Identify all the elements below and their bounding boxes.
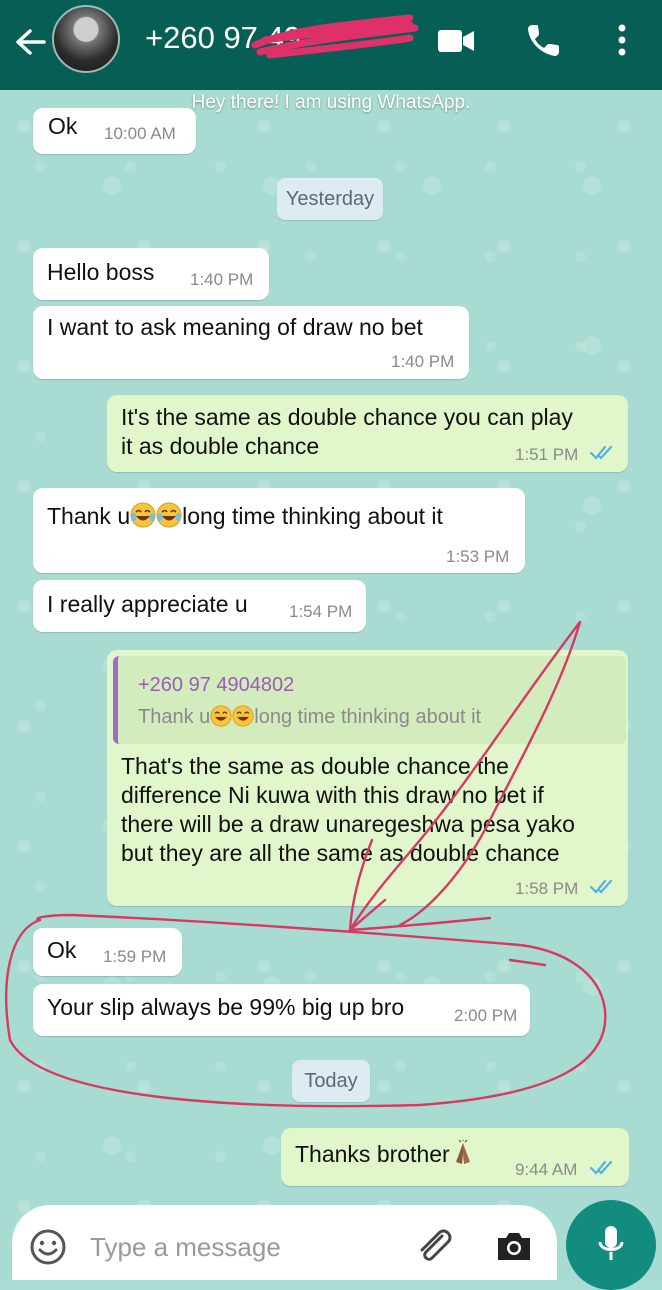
message-bubble-incoming[interactable]: I really appreciate u 1:54 PM [33,580,366,632]
message-time: 1:59 PM [103,947,167,966]
message-text-line: It's the same as double chance you can p… [121,404,573,430]
read-ticks-icon [589,879,613,894]
message-text: I really appreciate u [47,591,248,617]
read-ticks-icon [589,445,613,460]
message-text-part: Thank u [47,503,131,529]
more-vert-icon[interactable] [607,20,637,60]
paperclip-icon[interactable] [412,1222,456,1266]
quoted-author: +260 97 4904802 [138,674,295,696]
video-call-icon[interactable] [436,24,476,58]
message-time: 10:00 AM [104,124,176,143]
message-time: 1:40 PM [190,270,254,289]
quoted-message[interactable]: +260 97 4904802 Thank u long time thinkin… [113,656,626,744]
message-text: Thanks brother [295,1140,476,1169]
message-time: 9:44 AM [515,1160,578,1179]
avatar[interactable] [52,5,120,73]
message-bubble-incoming[interactable]: Your slip always be 99% big up bro 2:00 … [33,984,530,1036]
camera-icon[interactable] [494,1226,534,1266]
folded-hands-emoji-icon [455,1140,470,1164]
message-time: 1:53 PM [446,547,510,566]
quoted-text-part: Thank u [138,706,211,728]
redaction-scribble [251,14,419,59]
quoted-text-part: long time thinking about it [254,706,482,728]
message-bubble-incoming[interactable]: Ok 10:00 AM [33,108,196,154]
chat-header: +260 97 49 [0,0,662,90]
message-text: Your slip always be 99% big up bro [47,994,405,1020]
back-arrow-icon[interactable] [10,22,50,62]
message-text-line: there will be a draw unaregeshwa pesa ya… [121,811,575,837]
message-text: Thank u long time thinking about it [47,502,443,531]
message-text-part: Thanks brother [295,1141,450,1167]
laughing-emoji-icon [232,705,254,727]
message-time: 1:58 PM [515,879,579,898]
message-bubble-outgoing[interactable]: Thanks brother 9:44 AM [281,1128,629,1186]
message-text: I want to ask meaning of draw no bet [47,314,423,340]
date-separator: Today [292,1060,370,1102]
read-ticks-icon [589,1160,613,1175]
message-bubble-incoming[interactable]: Thank u long time thinking about it 1:53 … [33,488,525,573]
date-separator: Yesterday [277,178,383,220]
emoji-icon[interactable] [28,1227,68,1267]
message-time: 1:51 PM [515,445,579,464]
message-text-line: That's the same as double chance the [121,753,509,779]
message-text: Hello boss [47,259,155,285]
laughing-emoji-icon [156,502,182,528]
message-text: Ok [48,113,78,139]
message-text: Ok [47,937,77,963]
quoted-text: Thank u long time thinking about it [138,705,481,729]
message-bubble-incoming[interactable]: I want to ask meaning of draw no bet 1:4… [33,306,469,379]
message-text-line: but they are all the same as double chan… [121,840,560,866]
laughing-emoji-icon [210,705,232,727]
message-text-part: long time thinking about it [182,503,443,529]
laughing-emoji-icon [130,502,156,528]
phone-icon[interactable] [524,20,564,60]
microphone-icon[interactable] [589,1220,633,1268]
message-input[interactable]: Type a message [90,1232,281,1263]
message-bubble-incoming[interactable]: Hello boss 1:40 PM [33,248,269,300]
message-time: 2:00 PM [454,1006,518,1025]
message-bubble-incoming[interactable]: Ok 1:59 PM [33,928,182,976]
message-bubble-outgoing[interactable]: It's the same as double chance you can p… [107,395,628,472]
message-text-line: difference Ni kuwa with this draw no bet… [121,782,544,808]
message-time: 1:54 PM [289,602,353,621]
message-time: 1:40 PM [391,352,455,371]
message-text-line: it as double chance [121,433,320,459]
